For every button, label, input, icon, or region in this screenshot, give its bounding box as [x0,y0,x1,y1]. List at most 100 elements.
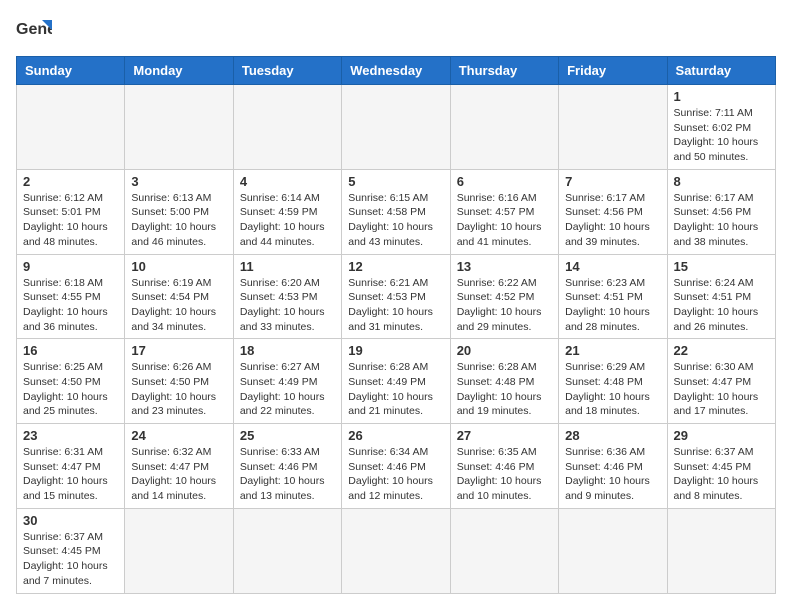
calendar-cell [559,85,667,170]
day-info: Sunrise: 7:11 AM Sunset: 6:02 PM Dayligh… [674,106,769,165]
day-number: 10 [131,259,226,274]
day-info: Sunrise: 6:19 AM Sunset: 4:54 PM Dayligh… [131,276,226,335]
day-number: 21 [565,343,660,358]
day-number: 27 [457,428,552,443]
weekday-header-thursday: Thursday [450,57,558,85]
day-info: Sunrise: 6:22 AM Sunset: 4:52 PM Dayligh… [457,276,552,335]
day-info: Sunrise: 6:18 AM Sunset: 4:55 PM Dayligh… [23,276,118,335]
calendar-table: SundayMondayTuesdayWednesdayThursdayFrid… [16,56,776,594]
day-info: Sunrise: 6:33 AM Sunset: 4:46 PM Dayligh… [240,445,335,504]
calendar-cell [342,508,450,593]
day-number: 15 [674,259,769,274]
logo: General [16,16,56,44]
calendar-cell: 7 Sunrise: 6:17 AM Sunset: 4:56 PM Daylig… [559,169,667,254]
calendar-cell: 23 Sunrise: 6:31 AM Sunset: 4:47 PM Dayli… [17,424,125,509]
calendar-cell: 10 Sunrise: 6:19 AM Sunset: 4:54 PM Dayli… [125,254,233,339]
day-number: 14 [565,259,660,274]
day-info: Sunrise: 6:32 AM Sunset: 4:47 PM Dayligh… [131,445,226,504]
day-info: Sunrise: 6:37 AM Sunset: 4:45 PM Dayligh… [674,445,769,504]
calendar-cell: 28 Sunrise: 6:36 AM Sunset: 4:46 PM Dayli… [559,424,667,509]
calendar-cell: 22 Sunrise: 6:30 AM Sunset: 4:47 PM Dayli… [667,339,775,424]
day-number: 26 [348,428,443,443]
calendar-week-4: 16 Sunrise: 6:25 AM Sunset: 4:50 PM Dayli… [17,339,776,424]
logo-icon: General [16,16,52,44]
calendar-cell [450,508,558,593]
day-info: Sunrise: 6:34 AM Sunset: 4:46 PM Dayligh… [348,445,443,504]
day-number: 11 [240,259,335,274]
calendar-cell [17,85,125,170]
day-number: 7 [565,174,660,189]
day-number: 8 [674,174,769,189]
calendar-cell: 16 Sunrise: 6:25 AM Sunset: 4:50 PM Dayli… [17,339,125,424]
day-number: 12 [348,259,443,274]
day-number: 25 [240,428,335,443]
calendar-cell: 13 Sunrise: 6:22 AM Sunset: 4:52 PM Dayli… [450,254,558,339]
day-number: 28 [565,428,660,443]
calendar-cell [125,85,233,170]
day-info: Sunrise: 6:30 AM Sunset: 4:47 PM Dayligh… [674,360,769,419]
calendar-week-1: 1 Sunrise: 7:11 AM Sunset: 6:02 PM Daylig… [17,85,776,170]
calendar-cell: 15Sunrise: 6:24 AM Sunset: 4:51 PM Dayli… [667,254,775,339]
day-number: 23 [23,428,118,443]
calendar-cell: 26 Sunrise: 6:34 AM Sunset: 4:46 PM Dayli… [342,424,450,509]
day-info: Sunrise: 6:26 AM Sunset: 4:50 PM Dayligh… [131,360,226,419]
day-info: Sunrise: 6:25 AM Sunset: 4:50 PM Dayligh… [23,360,118,419]
calendar-cell: 2 Sunrise: 6:12 AM Sunset: 5:01 PM Daylig… [17,169,125,254]
calendar-cell: 27 Sunrise: 6:35 AM Sunset: 4:46 PM Dayli… [450,424,558,509]
calendar-cell [125,508,233,593]
calendar-cell: 29 Sunrise: 6:37 AM Sunset: 4:45 PM Dayli… [667,424,775,509]
calendar-cell: 12Sunrise: 6:21 AM Sunset: 4:53 PM Dayli… [342,254,450,339]
page-header: General [16,16,776,44]
calendar-week-2: 2 Sunrise: 6:12 AM Sunset: 5:01 PM Daylig… [17,169,776,254]
day-info: Sunrise: 6:37 AM Sunset: 4:45 PM Dayligh… [23,530,118,589]
weekday-header-friday: Friday [559,57,667,85]
day-number: 24 [131,428,226,443]
day-info: Sunrise: 6:28 AM Sunset: 4:49 PM Dayligh… [348,360,443,419]
weekday-header-monday: Monday [125,57,233,85]
day-info: Sunrise: 6:15 AM Sunset: 4:58 PM Dayligh… [348,191,443,250]
calendar-cell: 19Sunrise: 6:28 AM Sunset: 4:49 PM Dayli… [342,339,450,424]
day-info: Sunrise: 6:36 AM Sunset: 4:46 PM Dayligh… [565,445,660,504]
day-number: 29 [674,428,769,443]
calendar-week-5: 23 Sunrise: 6:31 AM Sunset: 4:47 PM Dayli… [17,424,776,509]
day-info: Sunrise: 6:16 AM Sunset: 4:57 PM Dayligh… [457,191,552,250]
weekday-header-saturday: Saturday [667,57,775,85]
calendar-cell [342,85,450,170]
calendar-cell: 30 Sunrise: 6:37 AM Sunset: 4:45 PM Dayli… [17,508,125,593]
day-number: 16 [23,343,118,358]
day-number: 1 [674,89,769,104]
day-number: 20 [457,343,552,358]
day-number: 13 [457,259,552,274]
calendar-cell: 6 Sunrise: 6:16 AM Sunset: 4:57 PM Daylig… [450,169,558,254]
day-info: Sunrise: 6:28 AM Sunset: 4:48 PM Dayligh… [457,360,552,419]
day-number: 9 [23,259,118,274]
calendar-week-3: 9 Sunrise: 6:18 AM Sunset: 4:55 PM Daylig… [17,254,776,339]
calendar-cell: 9 Sunrise: 6:18 AM Sunset: 4:55 PM Daylig… [17,254,125,339]
day-info: Sunrise: 6:35 AM Sunset: 4:46 PM Dayligh… [457,445,552,504]
calendar-cell: 8Sunrise: 6:17 AM Sunset: 4:56 PM Daylig… [667,169,775,254]
calendar-cell [667,508,775,593]
day-number: 22 [674,343,769,358]
calendar-cell: 18Sunrise: 6:27 AM Sunset: 4:49 PM Dayli… [233,339,341,424]
day-info: Sunrise: 6:31 AM Sunset: 4:47 PM Dayligh… [23,445,118,504]
calendar-cell: 4 Sunrise: 6:14 AM Sunset: 4:59 PM Daylig… [233,169,341,254]
day-number: 30 [23,513,118,528]
weekday-header-tuesday: Tuesday [233,57,341,85]
day-info: Sunrise: 6:23 AM Sunset: 4:51 PM Dayligh… [565,276,660,335]
calendar-cell: 25 Sunrise: 6:33 AM Sunset: 4:46 PM Dayli… [233,424,341,509]
weekday-header-wednesday: Wednesday [342,57,450,85]
day-info: Sunrise: 6:17 AM Sunset: 4:56 PM Dayligh… [565,191,660,250]
weekday-header-sunday: Sunday [17,57,125,85]
day-number: 2 [23,174,118,189]
day-number: 6 [457,174,552,189]
day-info: Sunrise: 6:29 AM Sunset: 4:48 PM Dayligh… [565,360,660,419]
day-number: 3 [131,174,226,189]
day-number: 4 [240,174,335,189]
day-info: Sunrise: 6:12 AM Sunset: 5:01 PM Dayligh… [23,191,118,250]
calendar-cell: 5Sunrise: 6:15 AM Sunset: 4:58 PM Daylig… [342,169,450,254]
day-info: Sunrise: 6:14 AM Sunset: 4:59 PM Dayligh… [240,191,335,250]
calendar-cell [559,508,667,593]
calendar-cell [450,85,558,170]
calendar-cell [233,508,341,593]
calendar-cell: 1 Sunrise: 7:11 AM Sunset: 6:02 PM Daylig… [667,85,775,170]
